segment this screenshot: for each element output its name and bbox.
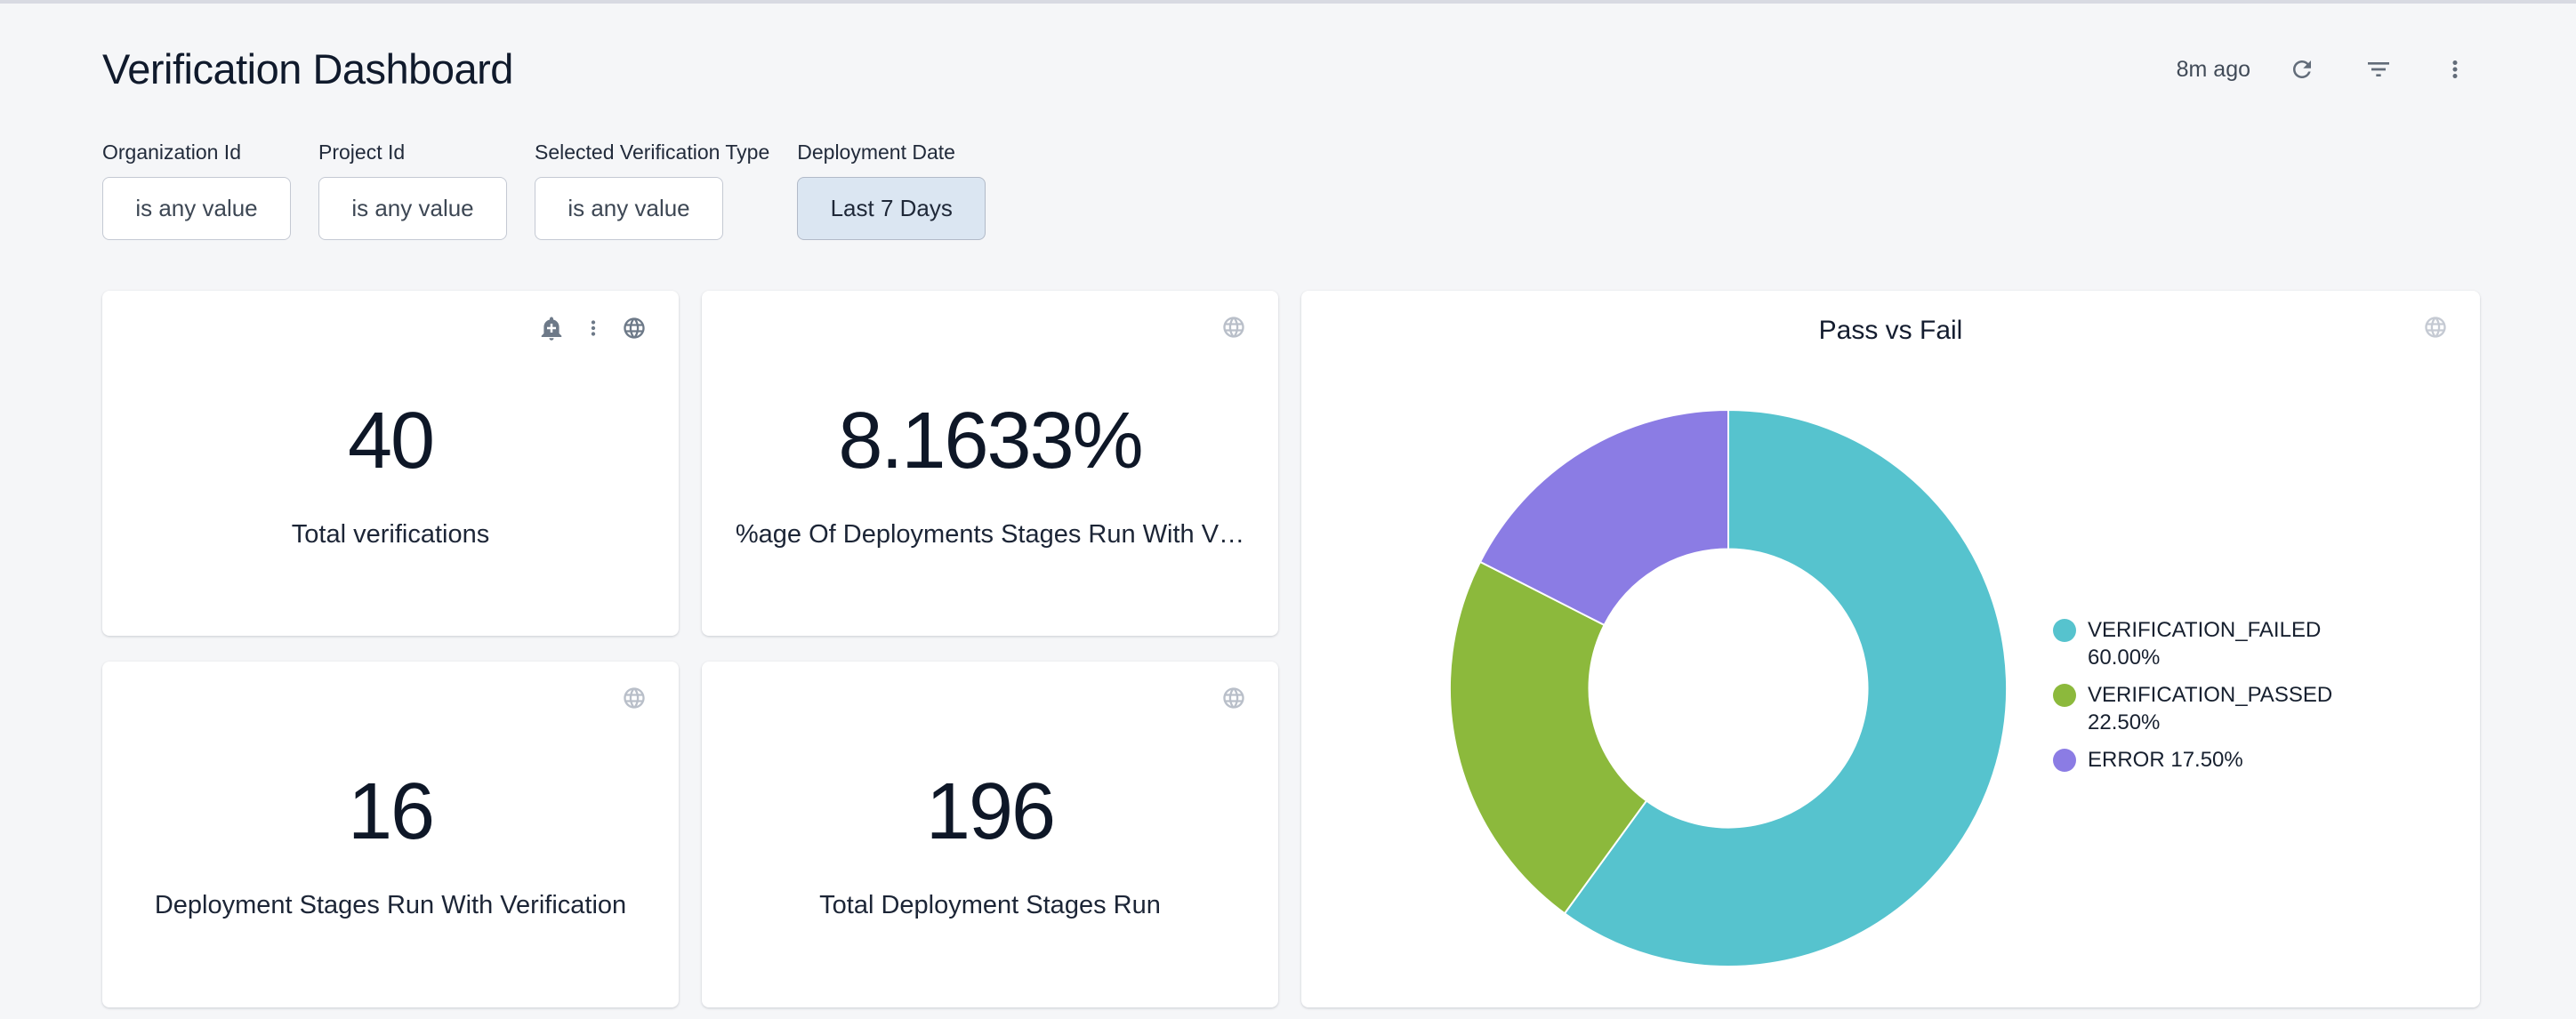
chart-title: Pass vs Fail [1301, 316, 2480, 346]
header-controls: 8m ago [2177, 44, 2480, 94]
legend-item-verification-passed: VERIFICATION_PASSED 22.50% [2053, 681, 2311, 736]
dashboard-header: Verification Dashboard 8m ago [102, 47, 2480, 92]
globe-icon [622, 316, 647, 343]
filter-icon [2364, 55, 2393, 84]
page-title: Verification Dashboard [102, 47, 513, 92]
top-border [0, 0, 2576, 4]
filter-value-deployment-date[interactable]: Last 7 Days [797, 177, 986, 240]
filter-bar: Organization Id is any value Project Id … [102, 140, 2480, 240]
tile-grid: 40 Total verifications 8.1633% %age Of D… [102, 291, 2480, 1007]
tile-hover-actions [538, 315, 647, 344]
globe-icon [1221, 686, 1246, 713]
filter-label: Project Id [318, 140, 507, 164]
legend-label: ERROR 17.50% [2088, 746, 2243, 774]
filter-group-selected-verification-type: Selected Verification Type is any value [535, 140, 769, 240]
tile-actions-button[interactable] [582, 317, 605, 342]
chart-card-pass-vs-fail: Pass vs Fail VERIFICATION_FAILED 60.00% [1301, 291, 2480, 1007]
kpi-value: 16 [348, 772, 433, 852]
dashboard-page: Verification Dashboard 8m ago Orga [0, 47, 2576, 1007]
kpi-label: Total Deployment Stages Run [819, 891, 1161, 920]
filter-value-organization-id[interactable]: is any value [102, 177, 291, 240]
kebab-icon [582, 317, 605, 342]
refresh-icon [2289, 56, 2315, 83]
tile-hover-actions [2423, 315, 2448, 342]
globe-icon [1221, 315, 1246, 342]
filter-label: Organization Id [102, 140, 291, 164]
globe-icon [2423, 315, 2448, 342]
add-alert-icon [538, 315, 565, 344]
legend-item-verification-failed: VERIFICATION_FAILED 60.00% [2053, 616, 2311, 671]
tile-hover-actions [622, 686, 647, 713]
dashboard-actions-button[interactable] [2430, 44, 2480, 94]
kpi-value: 196 [926, 772, 1054, 852]
add-alert-button[interactable] [538, 315, 565, 344]
legend-swatch [2053, 749, 2076, 772]
globe-button[interactable] [622, 316, 647, 343]
kpi-card-total-deployment-stages-run: 196 Total Deployment Stages Run [702, 662, 1278, 1007]
globe-button[interactable] [622, 686, 647, 713]
legend-swatch [2053, 619, 2076, 642]
legend-label: VERIFICATION_FAILED 60.00% [2088, 616, 2321, 671]
filter-value-project-id[interactable]: is any value [318, 177, 507, 240]
kpi-card-total-verifications: 40 Total verifications [102, 291, 679, 636]
kpi-label: Deployment Stages Run With Verification [155, 891, 626, 920]
chart-legend: VERIFICATION_FAILED 60.00% VERIFICATION_… [2053, 616, 2311, 783]
kpi-value: 40 [348, 401, 433, 481]
tile-hover-actions [1221, 686, 1246, 713]
filter-label: Deployment Date [797, 140, 986, 164]
kpi-card-stages-run-with-verification: 16 Deployment Stages Run With Verificati… [102, 662, 679, 1007]
globe-button[interactable] [1221, 686, 1246, 713]
globe-button[interactable] [1221, 315, 1246, 342]
filters-toggle-button[interactable] [2354, 44, 2403, 94]
filter-label: Selected Verification Type [535, 140, 769, 164]
globe-button[interactable] [2423, 315, 2448, 342]
filter-value-selected-verification-type[interactable]: is any value [535, 177, 723, 240]
last-refreshed-text: 8m ago [2177, 57, 2250, 83]
filter-group-deployment-date: Deployment Date Last 7 Days [797, 140, 986, 240]
legend-item-error: ERROR 17.50% [2053, 746, 2311, 774]
kpi-card-percent-stages-with-verification: 8.1633% %age Of Deployments Stages Run W… [702, 291, 1278, 636]
kpi-label: %age Of Deployments Stages Run With V… [736, 520, 1244, 550]
kpi-label: Total verifications [292, 520, 489, 550]
filter-group-project-id: Project Id is any value [318, 140, 507, 240]
refresh-button[interactable] [2277, 44, 2327, 94]
kpi-value: 8.1633% [838, 401, 1141, 481]
globe-icon [622, 686, 647, 713]
donut-chart[interactable] [1445, 405, 2011, 971]
kebab-icon [2442, 56, 2468, 83]
legend-label: VERIFICATION_PASSED 22.50% [2088, 681, 2332, 736]
legend-swatch [2053, 684, 2076, 707]
filter-group-organization-id: Organization Id is any value [102, 140, 291, 240]
tile-hover-actions [1221, 315, 1246, 342]
